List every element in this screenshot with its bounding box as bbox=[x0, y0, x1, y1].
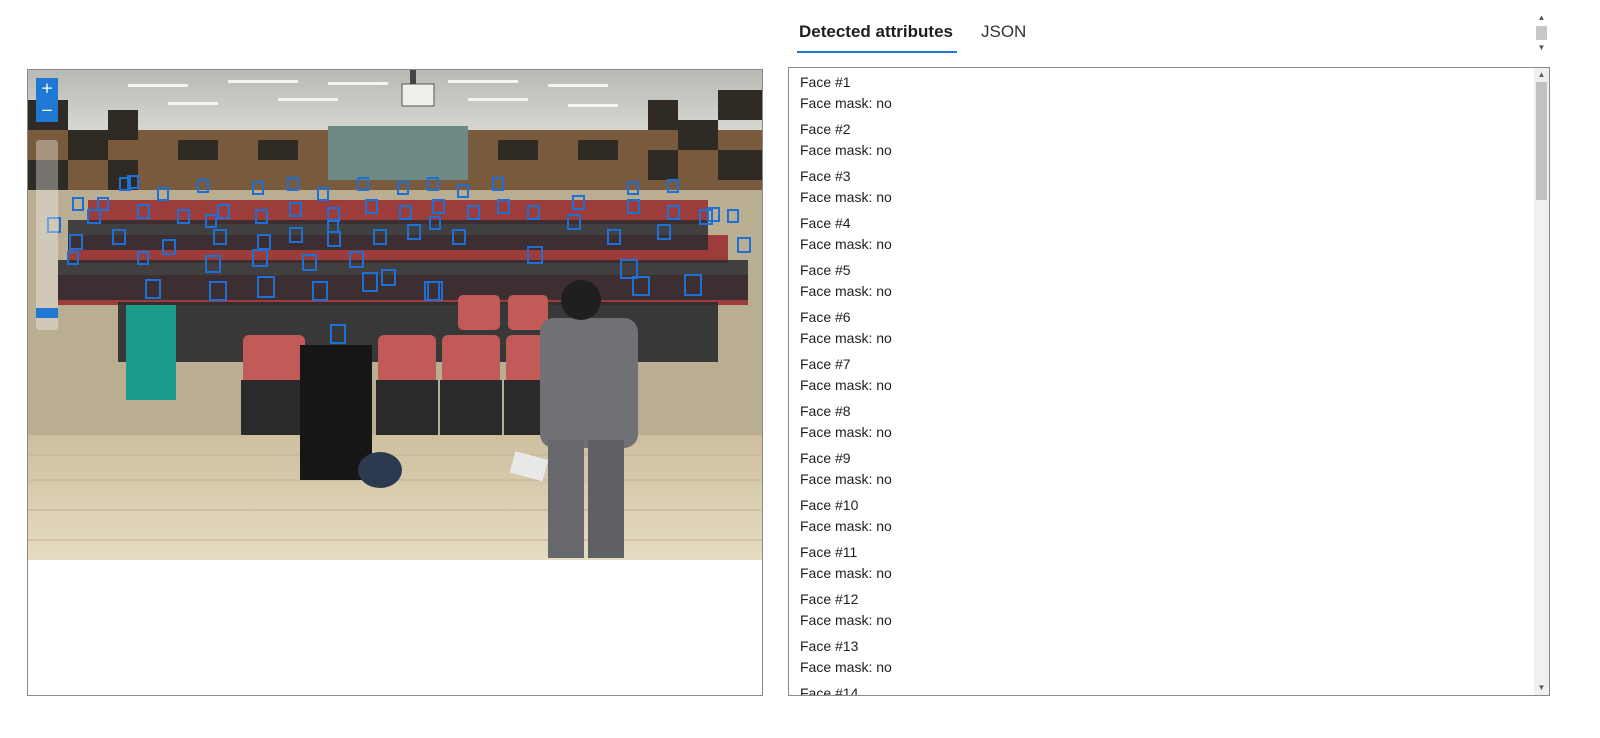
face-item: Face #3 Face mask: no bbox=[800, 166, 1530, 213]
face-mask-attribute: Face mask: no bbox=[800, 142, 892, 158]
plus-icon[interactable]: + bbox=[36, 78, 58, 100]
face-title: Face #13 bbox=[800, 638, 859, 654]
detected-attributes-panel[interactable]: Face #1 Face mask: no Face #2 Face mask: no… bbox=[788, 67, 1550, 696]
face-mask-attribute: Face mask: no bbox=[800, 236, 892, 252]
face-item: Face #7 Face mask: no bbox=[800, 354, 1530, 401]
scroll-thumb[interactable] bbox=[1536, 82, 1547, 200]
zoom-slider[interactable] bbox=[36, 140, 58, 330]
face-item: Face #5 Face mask: no bbox=[800, 260, 1530, 307]
face-title: Face #12 bbox=[800, 591, 859, 607]
face-title: Face #11 bbox=[800, 544, 858, 560]
face-mask-attribute: Face mask: no bbox=[800, 424, 892, 440]
face-list: Face #1 Face mask: no Face #2 Face mask: no… bbox=[800, 72, 1530, 696]
face-mask-attribute: Face mask: no bbox=[800, 330, 892, 346]
zoom-control: + − bbox=[36, 78, 58, 330]
face-title: Face #9 bbox=[800, 450, 851, 466]
face-title: Face #1 bbox=[800, 74, 851, 90]
page-scrollbar[interactable]: ▲ ▼ bbox=[1535, 12, 1548, 56]
image-viewer[interactable]: + − bbox=[27, 69, 763, 696]
face-mask-attribute: Face mask: no bbox=[800, 377, 892, 393]
face-title: Face #14 bbox=[800, 685, 859, 696]
tab-json[interactable]: JSON bbox=[981, 10, 1026, 52]
results-scrollbar[interactable]: ▲ ▼ bbox=[1534, 68, 1549, 695]
face-title: Face #5 bbox=[800, 262, 851, 278]
face-mask-attribute: Face mask: no bbox=[800, 565, 892, 581]
face-item: Face #13 Face mask: no bbox=[800, 636, 1530, 683]
face-item: Face #1 Face mask: no bbox=[800, 72, 1530, 119]
analyzed-image bbox=[28, 70, 762, 560]
page-scroll-down-icon[interactable]: ▼ bbox=[1535, 42, 1548, 54]
zoom-slider-thumb[interactable] bbox=[36, 308, 58, 318]
face-title: Face #8 bbox=[800, 403, 851, 419]
face-mask-attribute: Face mask: no bbox=[800, 95, 892, 111]
face-title: Face #7 bbox=[800, 356, 851, 372]
face-item: Face #2 Face mask: no bbox=[800, 119, 1530, 166]
face-mask-attribute: Face mask: no bbox=[800, 471, 892, 487]
page-scroll-thumb[interactable] bbox=[1536, 26, 1547, 40]
minus-icon[interactable]: − bbox=[36, 100, 58, 122]
face-item: Face #12 Face mask: no bbox=[800, 589, 1530, 636]
face-mask-attribute: Face mask: no bbox=[800, 283, 892, 299]
face-title: Face #3 bbox=[800, 168, 851, 184]
face-title: Face #4 bbox=[800, 215, 851, 231]
scroll-up-icon[interactable]: ▲ bbox=[1534, 68, 1549, 82]
page-scroll-up-icon[interactable]: ▲ bbox=[1535, 12, 1548, 24]
face-title: Face #2 bbox=[800, 121, 851, 137]
tab-detected-attributes[interactable]: Detected attributes bbox=[799, 10, 953, 52]
face-title: Face #10 bbox=[800, 497, 859, 513]
face-item: Face #10 Face mask: no bbox=[800, 495, 1530, 542]
face-item: Face #4 Face mask: no bbox=[800, 213, 1530, 260]
face-item: Face #11 Face mask: no bbox=[800, 542, 1530, 589]
face-item: Face #9 Face mask: no bbox=[800, 448, 1530, 495]
face-mask-attribute: Face mask: no bbox=[800, 189, 892, 205]
face-mask-attribute: Face mask: no bbox=[800, 518, 892, 534]
face-mask-attribute: Face mask: no bbox=[800, 659, 892, 675]
face-item: Face #8 Face mask: no bbox=[800, 401, 1530, 448]
face-item: Face #6 Face mask: no bbox=[800, 307, 1530, 354]
scroll-down-icon[interactable]: ▼ bbox=[1534, 681, 1549, 695]
face-item: Face #14 bbox=[800, 683, 1530, 696]
active-tab-indicator bbox=[797, 51, 957, 53]
face-mask-attribute: Face mask: no bbox=[800, 612, 892, 628]
face-title: Face #6 bbox=[800, 309, 851, 325]
